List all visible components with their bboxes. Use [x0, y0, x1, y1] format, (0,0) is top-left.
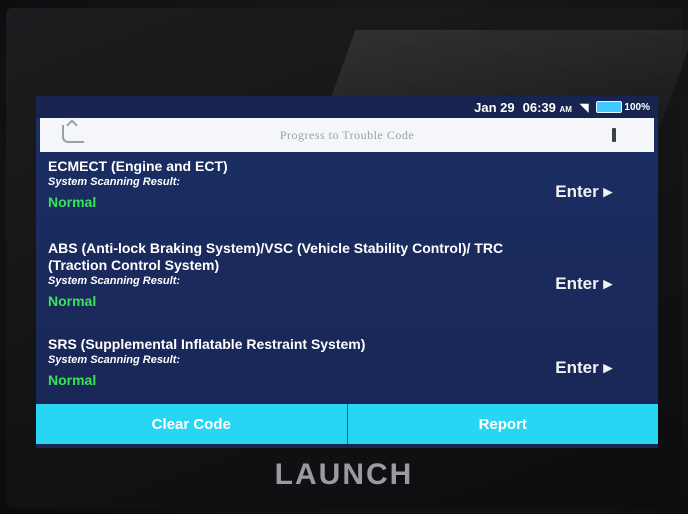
status-time: 06:39 AM [522, 99, 572, 115]
page-title: Progress to Trouble Code [279, 127, 415, 142]
status-bar: Jan 29 06:39 AM ◥ 100% [36, 96, 658, 118]
clear-code-button[interactable]: Clear Code [36, 404, 347, 444]
system-item-srs: SRS (Supplemental Inflatable Restraint S… [36, 336, 658, 406]
title-bar: Progress to Trouble Code [40, 118, 654, 152]
back-icon[interactable] [62, 125, 84, 143]
device-screen: Jan 29 06:39 AM ◥ 100% Progress to Troub… [36, 96, 658, 448]
battery-level: 100% [624, 101, 650, 113]
report-button[interactable]: Report [348, 404, 659, 444]
system-list: ECMECT (Engine and ECT) System Scanning … [36, 158, 658, 388]
battery-indicator: 100% [596, 101, 650, 113]
battery-icon [596, 101, 623, 113]
status-date: Jan 29 [474, 99, 515, 115]
enter-button[interactable]: Enter ▸ [555, 274, 612, 294]
scan-result-value: Normal [48, 293, 97, 309]
enter-button[interactable]: Enter ▸ [555, 358, 612, 378]
action-bar: Clear Code Report [36, 404, 658, 444]
system-name: ABS (Anti-lock Braking System)/VSC (Vehi… [48, 240, 504, 273]
wifi-icon: ◥ [579, 101, 589, 114]
system-name: SRS (Supplemental Inflatable Restraint S… [48, 336, 366, 352]
brand-logo: LAUNCH [274, 458, 414, 491]
system-name: ECMECT (Engine and ECT) [48, 158, 228, 174]
system-item-ecmect: ECMECT (Engine and ECT) System Scanning … [36, 158, 658, 230]
system-item-abs: ABS (Anti-lock Braking System)/VSC (Vehi… [36, 240, 658, 328]
menu-icon[interactable] [612, 128, 616, 142]
enter-button[interactable]: Enter ▸ [555, 182, 612, 202]
